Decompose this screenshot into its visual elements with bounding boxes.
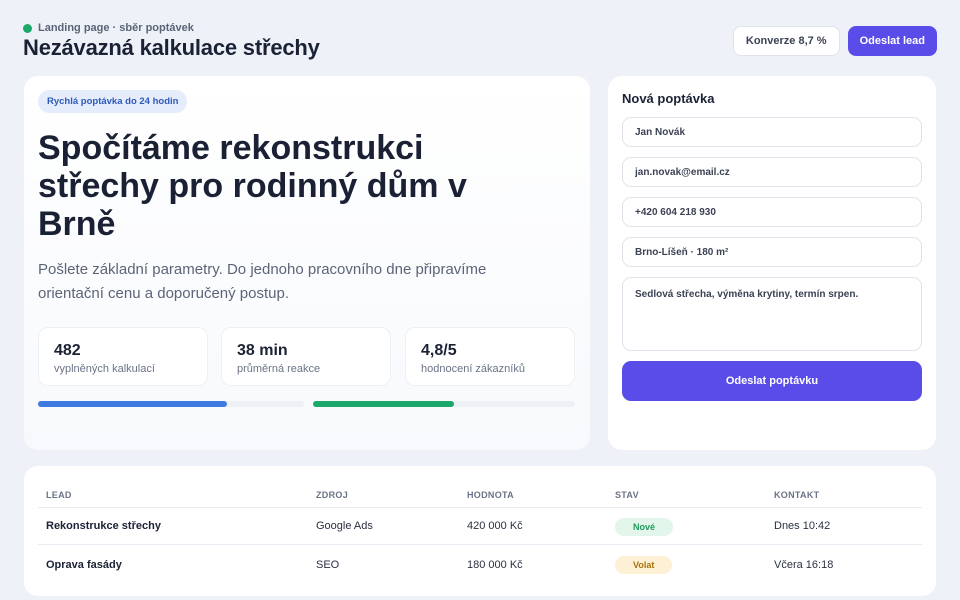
- table-row[interactable]: Oprava fasády SEO 180 000 Kč Volat Včera…: [38, 546, 922, 583]
- stat-card-response: 38 min průměrná reakce: [221, 327, 391, 386]
- column-header-contact: KONTAKT: [774, 489, 820, 500]
- column-header-source: ZDROJ: [316, 489, 349, 500]
- lead-source: Google Ads: [316, 520, 373, 532]
- lead-contact: Včera 16:18: [774, 558, 834, 571]
- lead-source: SEO: [316, 558, 340, 571]
- lead-value: 420 000 Kč: [467, 520, 523, 532]
- email-field[interactable]: [622, 157, 922, 187]
- submit-request-button[interactable]: Odeslat poptávku: [622, 361, 922, 401]
- stat-value: 4,8/5: [421, 342, 457, 359]
- table-header-row: LEAD ZDROJ HODNOTA STAV KONTAKT: [38, 482, 922, 508]
- progress-fill-primary: [38, 401, 227, 407]
- stat-label: hodnocení zákazníků: [421, 363, 525, 375]
- hero-card: Rychlá poptávka do 24 hodin Spočítáme re…: [24, 76, 590, 450]
- stat-card-calculations: 482 vyplněných kalkulací: [38, 327, 208, 386]
- lead-value: 180 000 Kč: [467, 558, 523, 571]
- progress-bar-secondary: [313, 401, 575, 407]
- name-field[interactable]: [622, 117, 922, 147]
- lead-contact: Dnes 10:42: [774, 520, 831, 532]
- progress-bar-primary: [38, 401, 304, 407]
- send-lead-button[interactable]: Odeslat lead: [847, 26, 937, 56]
- stat-label: průměrná reakce: [237, 363, 321, 375]
- status-dot-icon: [23, 23, 32, 33]
- column-header-value: HODNOTA: [467, 489, 514, 500]
- eyebrow-text: Landing page · sběr poptávek: [38, 22, 194, 34]
- leads-table: LEAD ZDROJ HODNOTA STAV KONTAKT Rekonstr…: [24, 466, 936, 596]
- stat-label: vyplněných kalkulací: [54, 363, 155, 375]
- status-badge: Nové: [615, 517, 674, 536]
- status-badge: Volat: [615, 556, 673, 574]
- progress-fill-secondary: [313, 401, 455, 407]
- conversion-button[interactable]: Konverze 8,7 %: [732, 26, 840, 56]
- note-field[interactable]: Sedlová střecha, výměna krytiny, termín …: [622, 277, 922, 351]
- hero-headline: Spočítáme rekonstrukci střechy pro rodin…: [38, 129, 467, 243]
- table-row[interactable]: Rekonstrukce střechy Google Ads 420 000 …: [38, 508, 922, 545]
- phone-field[interactable]: [622, 197, 922, 227]
- lead-name: Oprava fasády: [46, 558, 122, 571]
- form-title: Nová poptávka: [622, 91, 715, 106]
- stat-value: 38 min: [237, 342, 288, 359]
- request-form-card: Nová poptávka Sedlová střecha, výměna kr…: [608, 76, 936, 450]
- lead-name: Rekonstrukce střechy: [46, 520, 161, 532]
- location-field[interactable]: [622, 237, 922, 267]
- column-header-lead: LEAD: [46, 489, 72, 500]
- stat-value: 482: [54, 342, 81, 359]
- fast-request-chip: Rychlá poptávka do 24 hodin: [38, 90, 188, 113]
- header-actions: Konverze 8,7 % Odeslat lead: [732, 26, 937, 56]
- hero-subtitle: Pošlete základní parametry. Do jednoho p…: [38, 261, 487, 302]
- column-header-status: STAV: [615, 489, 639, 500]
- stat-card-rating: 4,8/5 hodnocení zákazníků: [405, 327, 575, 386]
- page-header: Landing page · sběr poptávek Nezávazná k…: [23, 22, 937, 62]
